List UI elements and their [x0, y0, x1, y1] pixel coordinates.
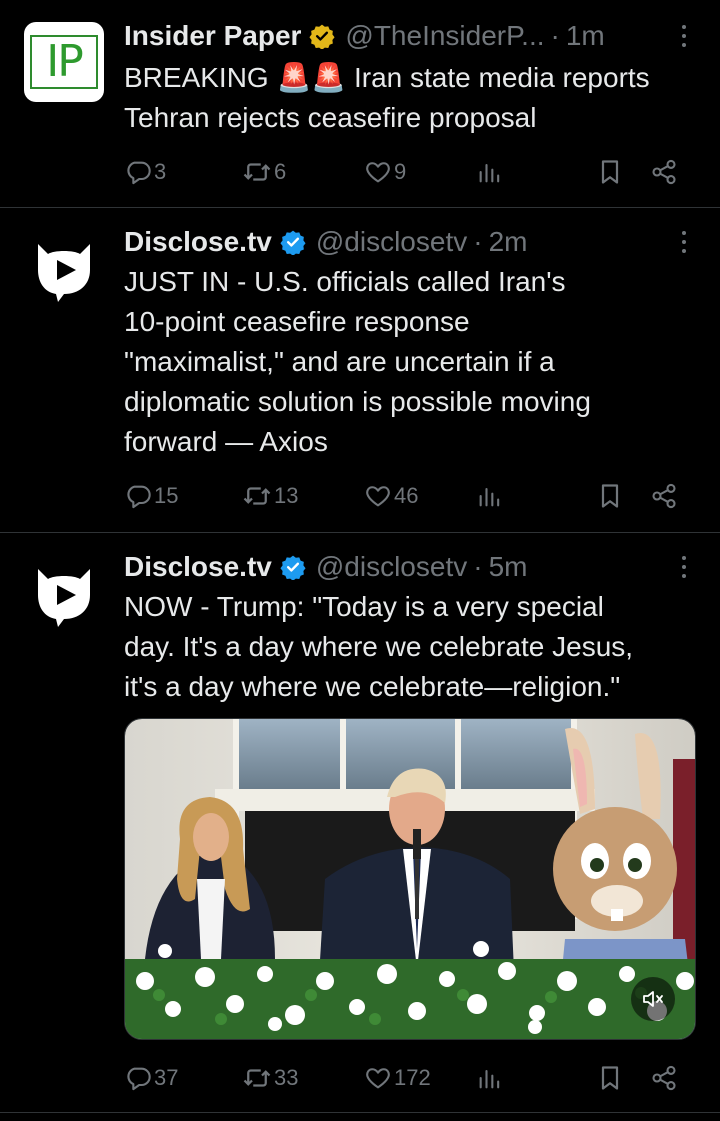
separator-dot: · [473, 226, 483, 257]
reply-button[interactable]: 3 [124, 154, 166, 190]
disclosetv-logo-icon [24, 230, 104, 310]
tweet-actions: 15 13 46 [124, 478, 696, 514]
timestamp[interactable]: 1m [566, 20, 605, 52]
views-icon [476, 482, 504, 510]
share-icon [650, 482, 678, 510]
like-button[interactable]: 46 [364, 478, 418, 514]
verified-gold-icon [309, 23, 335, 49]
author-handle[interactable]: @disclosetv [316, 551, 467, 583]
more-icon[interactable] [672, 551, 696, 583]
views-icon [476, 158, 504, 186]
views-button[interactable] [476, 1060, 504, 1096]
tweet-1[interactable]: IP Insider Paper @TheInsiderP... · 1m BR… [0, 0, 720, 208]
tweet-text: NOW - Trump: "Today is a very special da… [124, 591, 634, 702]
reply-count: 3 [154, 159, 167, 184]
separator-dot: · [473, 551, 483, 582]
share-icon [650, 158, 678, 186]
author-handle[interactable]: @disclosetv [316, 226, 467, 258]
share-button[interactable] [650, 154, 678, 190]
like-button[interactable]: 9 [364, 154, 406, 190]
tweet-header: Disclose.tv @disclosetv · 2m [124, 222, 696, 262]
repost-count: 6 [274, 159, 287, 184]
bookmark-icon [596, 158, 624, 186]
disclosetv-logo-icon [24, 555, 104, 635]
share-button[interactable] [650, 1060, 678, 1096]
bookmark-button[interactable] [596, 154, 624, 190]
views-button[interactable] [476, 478, 504, 514]
tweet-header: Insider Paper @TheInsiderP... · 1m [124, 16, 696, 56]
reply-button[interactable]: 37 [124, 1060, 178, 1096]
separator-dot: · [550, 20, 560, 51]
bookmark-icon [596, 482, 624, 510]
repost-button[interactable]: 13 [242, 478, 298, 514]
like-icon [364, 158, 392, 186]
tweet-text: BREAKING 🚨🚨 Iran state media reports Teh… [124, 62, 650, 133]
mute-button[interactable] [631, 977, 675, 1021]
repost-button[interactable]: 6 [242, 154, 286, 190]
avatar-logo-text: IP [30, 35, 98, 89]
reply-icon [124, 482, 152, 510]
like-count: 172 [394, 1065, 431, 1090]
tweet-header: Disclose.tv @disclosetv · 5m [124, 547, 696, 587]
like-count: 46 [394, 483, 419, 508]
verified-blue-icon [280, 554, 306, 580]
share-button[interactable] [650, 478, 678, 514]
repost-count: 33 [274, 1065, 299, 1090]
timestamp[interactable]: 5m [489, 551, 528, 583]
repost-icon [242, 157, 272, 187]
reply-count: 37 [154, 1065, 179, 1090]
bookmark-button[interactable] [596, 1060, 624, 1096]
author-name[interactable]: Disclose.tv [124, 226, 272, 258]
author-name[interactable]: Disclose.tv [124, 551, 272, 583]
reply-icon [124, 158, 152, 186]
like-button[interactable]: 172 [364, 1060, 431, 1096]
reply-button[interactable]: 15 [124, 478, 178, 514]
reply-icon [124, 1064, 152, 1092]
tweet-text: JUST IN - U.S. officials called Iran's 1… [124, 266, 591, 457]
video-frame-image [125, 719, 695, 1039]
timestamp[interactable]: 2m [489, 226, 528, 258]
author-handle[interactable]: @TheInsiderP... [345, 20, 544, 52]
verified-blue-icon [280, 229, 306, 255]
bookmark-icon [596, 1064, 624, 1092]
bookmark-button[interactable] [596, 478, 624, 514]
like-count: 9 [394, 159, 407, 184]
more-icon[interactable] [672, 20, 696, 52]
disclosetv-avatar[interactable] [24, 230, 104, 310]
mute-icon [643, 991, 663, 1007]
repost-count: 13 [274, 483, 299, 508]
tweet-video[interactable] [124, 718, 696, 1040]
author-name[interactable]: Insider Paper [124, 20, 301, 52]
tweet-actions: 3 6 9 [124, 154, 696, 190]
tweet-2[interactable]: Disclose.tv @disclosetv · 2m JUST IN - U… [0, 208, 720, 533]
like-icon [364, 1064, 392, 1092]
repost-icon [242, 481, 272, 511]
share-icon [650, 1064, 678, 1092]
views-icon [476, 1064, 504, 1092]
repost-icon [242, 1063, 272, 1093]
like-icon [364, 482, 392, 510]
insider-paper-avatar[interactable]: IP [24, 22, 104, 102]
more-icon[interactable] [672, 226, 696, 258]
repost-button[interactable]: 33 [242, 1060, 298, 1096]
reply-count: 15 [154, 483, 179, 508]
tweet-actions: 37 33 172 [124, 1060, 696, 1096]
views-button[interactable] [476, 154, 504, 190]
disclosetv-avatar[interactable] [24, 555, 104, 635]
